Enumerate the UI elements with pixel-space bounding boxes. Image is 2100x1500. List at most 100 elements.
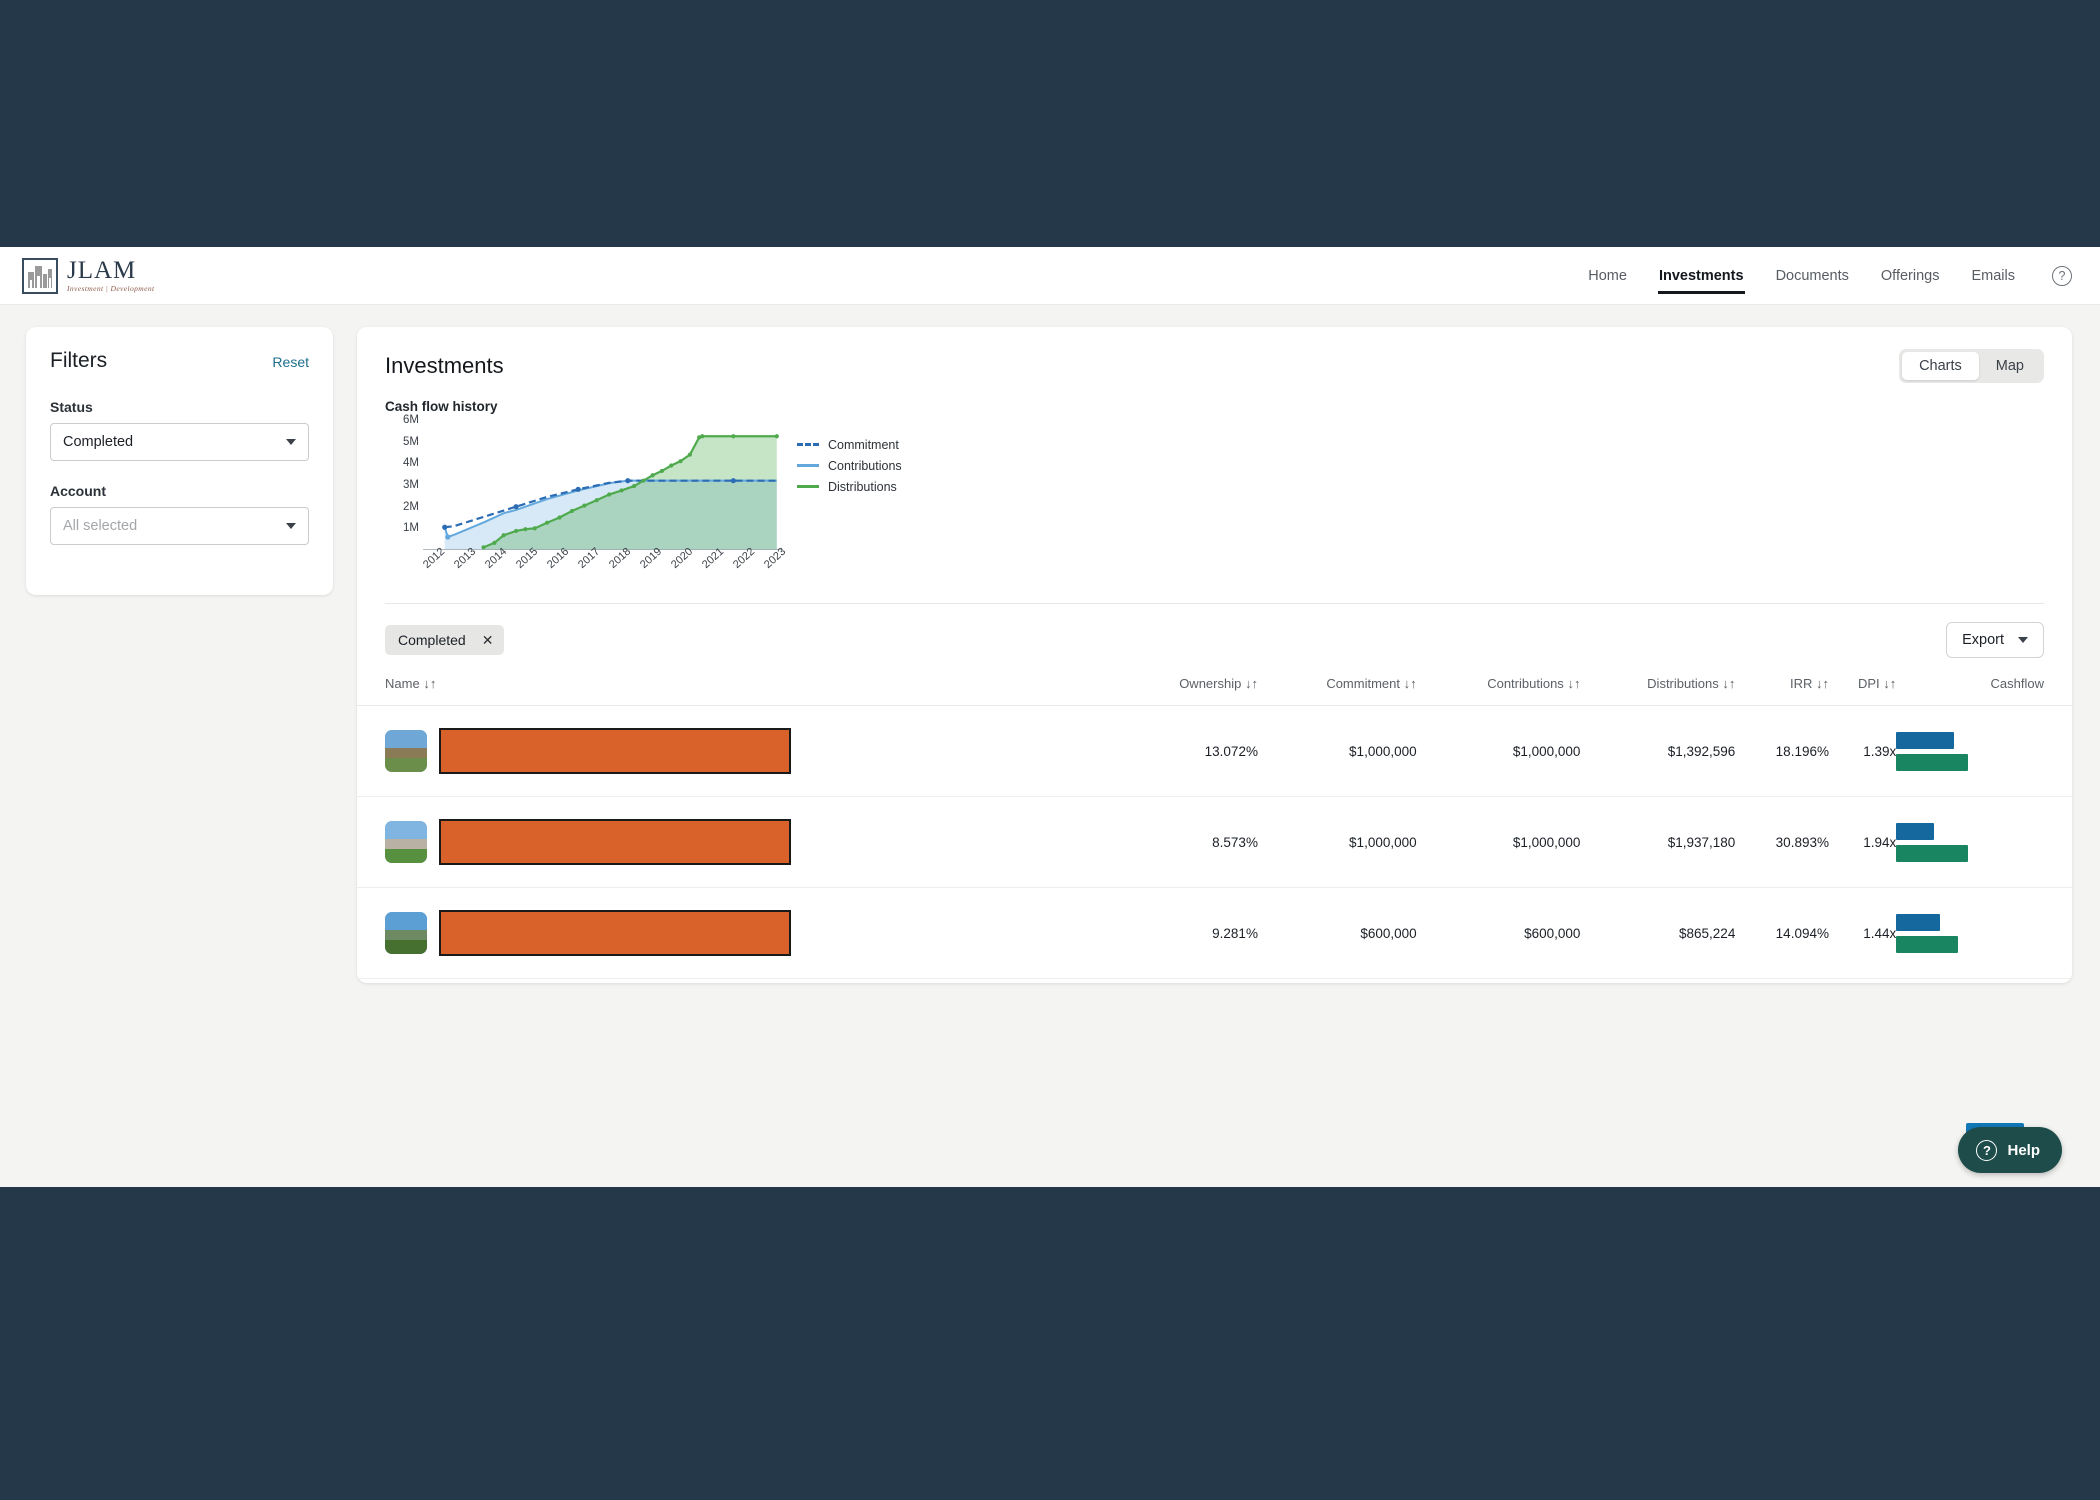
column-header-distributions[interactable]: Distributions ↓↑ bbox=[1580, 676, 1735, 706]
cell-cashflow bbox=[1896, 705, 2072, 797]
cell-name[interactable] bbox=[357, 887, 1120, 979]
top-navigation-bar: JLAM Investment | Development Home Inves… bbox=[0, 247, 2100, 305]
view-toggle-charts[interactable]: Charts bbox=[1902, 352, 1979, 380]
chart-plot-area bbox=[423, 420, 783, 550]
question-circle-icon[interactable]: ? bbox=[2052, 265, 2072, 286]
sort-updown-icon[interactable]: ↓↑ bbox=[1883, 676, 1896, 691]
sort-updown-icon[interactable]: ↓↑ bbox=[1722, 676, 1735, 691]
nav-item-emails[interactable]: Emails bbox=[1970, 250, 2016, 302]
table-row[interactable]: 9.281% $600,000 $600,000 $865,224 14.094% 1.4… bbox=[357, 887, 2072, 979]
cell-distributions: $1,937,180 bbox=[1580, 796, 1736, 888]
column-label-dpi: DPI bbox=[1857, 676, 1880, 691]
cell-irr: 14.094% bbox=[1735, 887, 1829, 979]
column-header-name[interactable]: Name ↓↑ bbox=[357, 676, 1120, 706]
brand-logo[interactable]: JLAM Investment | Development bbox=[22, 257, 154, 294]
cell-ownership: 8.573% bbox=[1119, 796, 1258, 888]
cell-name[interactable] bbox=[357, 705, 1120, 797]
page-content: Filters Reset Status Completed Account A… bbox=[0, 305, 2100, 983]
table-header-row: Name ↓↑ Ownership ↓↑ Commitment ↓↑ Contr… bbox=[357, 676, 2072, 706]
reset-filters-link[interactable]: Reset bbox=[272, 354, 309, 370]
column-header-irr[interactable]: IRR ↓↑ bbox=[1735, 676, 1829, 706]
cell-cashflow bbox=[1896, 887, 2072, 979]
close-icon[interactable]: ✕ bbox=[482, 633, 494, 647]
column-header-commitment[interactable]: Commitment ↓↑ bbox=[1258, 676, 1417, 706]
legend-item-distributions[interactable]: Distributions bbox=[797, 476, 902, 497]
column-label-contributions: Contributions bbox=[1487, 676, 1564, 691]
status-select[interactable]: Completed bbox=[50, 423, 309, 461]
legend-label-contributions: Contributions bbox=[828, 458, 902, 473]
chart-legend: Commitment Contributions Distributions bbox=[797, 434, 902, 497]
sort-updown-icon[interactable]: ↓↑ bbox=[1567, 676, 1580, 691]
investment-name-cell[interactable] bbox=[385, 910, 1120, 956]
chart-y-tick: 6M bbox=[403, 414, 419, 426]
investment-name-cell[interactable] bbox=[385, 728, 1120, 774]
column-label-cashflow: Cashflow bbox=[1990, 676, 2044, 691]
status-field-label: Status bbox=[50, 399, 93, 415]
chart-y-axis: 1M 2M 3M 4M 5M 6M bbox=[385, 414, 419, 550]
filters-panel: Filters Reset Status Completed Account A… bbox=[26, 327, 333, 595]
cashflow-chart-section: Cash flow history 1M 2M 3M 4M 5M 6M 2012 2013 2… bbox=[357, 383, 2072, 585]
legend-swatch-distributions bbox=[797, 485, 819, 488]
table-row[interactable]: 8.573% $1,000,000 $1,000,000 $1,937,180 30.8… bbox=[357, 796, 2072, 888]
cashflow-minibars bbox=[1896, 822, 2044, 862]
view-toggle-map[interactable]: Map bbox=[1979, 352, 2041, 380]
page-title: Investments bbox=[385, 353, 504, 378]
column-header-dpi[interactable]: DPI ↓↑ bbox=[1829, 676, 1896, 706]
column-header-ownership[interactable]: Ownership ↓↑ bbox=[1120, 676, 1258, 706]
account-select-value: All selected bbox=[63, 518, 138, 534]
sort-updown-icon[interactable]: ↓↑ bbox=[423, 676, 436, 691]
redacted-name-bar bbox=[439, 728, 791, 774]
cashflow-minibars bbox=[1896, 913, 2044, 953]
sort-updown-icon[interactable]: ↓↑ bbox=[1245, 676, 1258, 691]
help-button[interactable]: ? Help bbox=[1958, 1127, 2062, 1173]
cell-distributions: $865,224 bbox=[1580, 887, 1736, 979]
column-label-distributions: Distributions bbox=[1647, 676, 1719, 691]
cell-commitment: $600,000 bbox=[1257, 887, 1417, 979]
cashflow-bar-distributions bbox=[1896, 753, 1969, 771]
sort-updown-icon[interactable]: ↓↑ bbox=[1404, 676, 1417, 691]
column-label-commitment: Commitment bbox=[1326, 676, 1400, 691]
cashflow-bar-distributions bbox=[1896, 844, 1969, 862]
chevron-down-icon bbox=[286, 439, 296, 445]
account-select[interactable]: All selected bbox=[50, 507, 309, 545]
cell-dpi: 1.44x bbox=[1828, 887, 1897, 979]
export-button[interactable]: Export bbox=[1946, 622, 2044, 658]
legend-swatch-commitment bbox=[797, 443, 819, 446]
column-label-irr: IRR bbox=[1789, 676, 1813, 691]
nav-item-home[interactable]: Home bbox=[1587, 250, 1628, 302]
nav-item-investments[interactable]: Investments bbox=[1657, 250, 1745, 302]
cashflow-minibars bbox=[1896, 731, 2044, 771]
chart-y-tick: 5M bbox=[403, 435, 419, 448]
investment-name-cell[interactable] bbox=[385, 819, 1120, 865]
brand-name: JLAM bbox=[67, 257, 137, 285]
cell-ownership: 9.281% bbox=[1119, 887, 1258, 979]
investments-header: Investments Charts Map bbox=[357, 327, 2072, 383]
cell-cashflow bbox=[1896, 796, 2072, 888]
nav-item-offerings[interactable]: Offerings bbox=[1880, 250, 1941, 302]
status-select-value: Completed bbox=[63, 434, 134, 450]
sort-updown-icon[interactable]: ↓↑ bbox=[1816, 676, 1829, 691]
legend-item-commitment[interactable]: Commitment bbox=[797, 434, 902, 455]
investment-thumbnail bbox=[385, 821, 427, 863]
cell-commitment: $1,000,000 bbox=[1257, 796, 1417, 888]
help-button-label: Help bbox=[2007, 1141, 2040, 1159]
cell-contributions: $600,000 bbox=[1416, 887, 1581, 979]
active-filter-chip[interactable]: Completed ✕ bbox=[385, 625, 505, 655]
legend-item-contributions[interactable]: Contributions bbox=[797, 455, 902, 476]
column-label-ownership: Ownership bbox=[1179, 676, 1242, 691]
chart-title: Cash flow history bbox=[385, 399, 498, 414]
chart-y-tick: 1M bbox=[403, 522, 419, 535]
view-toggle: Charts Map bbox=[1899, 349, 2044, 383]
investments-table: Name ↓↑ Ownership ↓↑ Commitment ↓↑ Contr… bbox=[357, 676, 2072, 979]
table-row[interactable]: 13.072% $1,000,000 $1,000,000 $1,392,596 18.… bbox=[357, 705, 2072, 797]
account-field-label: Account bbox=[50, 483, 106, 499]
nav-item-documents[interactable]: Documents bbox=[1775, 250, 1850, 302]
cell-name[interactable] bbox=[357, 796, 1120, 888]
cashflow-chart: 1M 2M 3M 4M 5M 6M 2012 2013 2014 2015 2016 2017 201… bbox=[385, 414, 1005, 585]
cell-dpi: 1.94x bbox=[1828, 796, 1897, 888]
column-header-contributions[interactable]: Contributions ↓↑ bbox=[1417, 676, 1580, 706]
cell-irr: 30.893% bbox=[1735, 796, 1829, 888]
question-circle-icon: ? bbox=[1976, 1139, 1998, 1161]
cell-distributions: $1,392,596 bbox=[1580, 705, 1736, 797]
chart-y-tick: 3M bbox=[403, 479, 419, 491]
